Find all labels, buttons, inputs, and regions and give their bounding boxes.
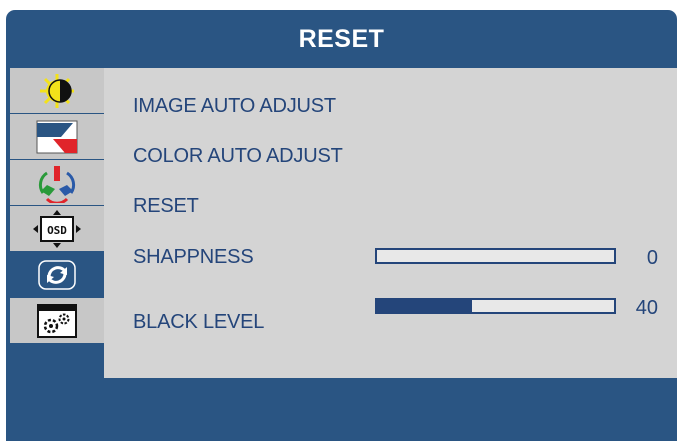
tab-brightness-contrast[interactable] (10, 68, 104, 114)
menu-title: RESET (298, 24, 385, 53)
reset-icon (38, 259, 76, 290)
tab-color[interactable] (10, 160, 104, 206)
sharpness-slider[interactable] (375, 248, 616, 264)
brightness-contrast-icon (40, 73, 74, 108)
black-level-slider-fill (377, 300, 472, 312)
sharpness-label[interactable]: SHAPPNESS (133, 246, 254, 269)
sharpness-value: 0 (646, 247, 658, 269)
black-level-slider[interactable] (375, 298, 616, 314)
image-setup-icon (36, 120, 78, 153)
tab-osd-setup[interactable]: OSD (10, 206, 104, 252)
sidebar: OSD (6, 68, 104, 378)
color-temperature-icon (38, 165, 76, 203)
osd-setup-icon: OSD (33, 209, 81, 248)
color-auto-adjust-item[interactable]: COLOR AUTO ADJUST (133, 145, 343, 168)
footer-bar (6, 378, 677, 441)
black-level-value: 40 (635, 297, 658, 319)
image-auto-adjust-item[interactable]: IMAGE AUTO ADJUST (133, 95, 336, 118)
extra-settings-icon (37, 303, 77, 338)
tab-reset[interactable] (10, 252, 104, 298)
black-level-label[interactable]: BLACK LEVEL (133, 311, 264, 334)
tab-extra-settings[interactable] (10, 298, 104, 344)
reset-item[interactable]: RESET (133, 195, 199, 218)
svg-text:OSD: OSD (47, 224, 67, 237)
tab-image-setup[interactable] (10, 114, 104, 160)
osd-menu: RESET OSD IMAGE AUTO ADJUST COLOR AUTO A… (6, 10, 677, 441)
menu-panel: IMAGE AUTO ADJUST COLOR AUTO ADJUST RESE… (104, 68, 677, 378)
